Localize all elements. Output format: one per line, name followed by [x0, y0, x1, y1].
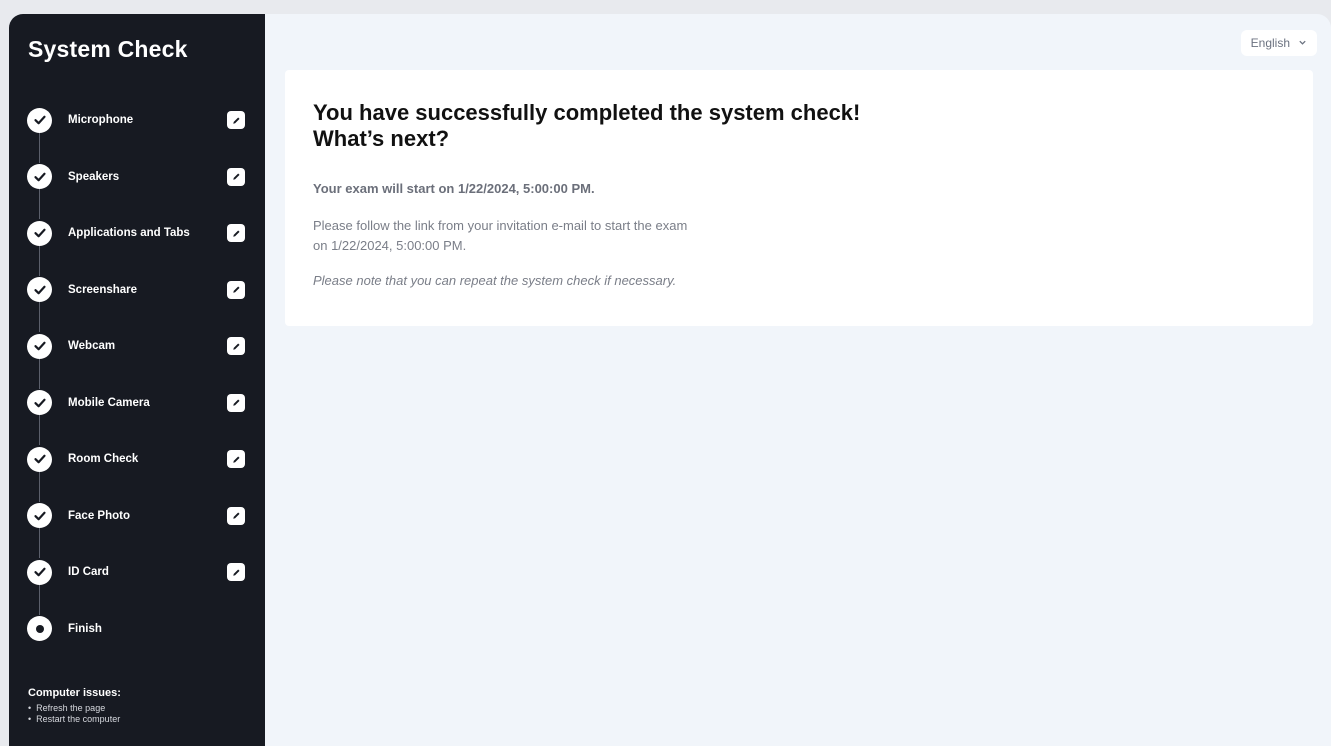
step-label: Finish: [68, 622, 102, 635]
issues-list: Refresh the page Restart the computer: [28, 703, 121, 725]
step-speakers[interactable]: Speakers: [27, 163, 247, 191]
step-mobile-camera[interactable]: Mobile Camera: [27, 389, 247, 417]
current-step-icon: [27, 616, 52, 641]
title-line-2: What’s next?: [313, 126, 450, 151]
app-window: System Check Microphone Speakers Applicati…: [9, 14, 1331, 746]
step-connector: [39, 470, 40, 502]
sidebar-title: System Check: [28, 36, 188, 62]
step-screenshare[interactable]: Screenshare: [27, 276, 247, 304]
check-icon: [27, 164, 52, 189]
step-connector: [39, 526, 40, 558]
step-applications-and-tabs[interactable]: Applications and Tabs: [27, 219, 247, 247]
step-connector: [39, 300, 40, 332]
chevron-down-icon: [1298, 36, 1307, 50]
step-connector: [39, 357, 40, 389]
step-label: Microphone: [68, 114, 134, 126]
step-connector: [39, 413, 40, 445]
step-webcam[interactable]: Webcam: [27, 332, 247, 360]
edit-icon[interactable]: [227, 111, 245, 129]
step-microphone[interactable]: Microphone: [27, 106, 247, 134]
edit-icon[interactable]: [227, 563, 245, 581]
check-icon: [27, 503, 52, 528]
step-finish[interactable]: Finish: [27, 615, 247, 643]
step-label: Mobile Camera: [68, 396, 150, 409]
step-label: Face Photo: [68, 509, 130, 522]
edit-icon[interactable]: [227, 224, 245, 242]
step-connector: [39, 131, 40, 163]
edit-icon[interactable]: [227, 280, 245, 299]
check-icon: [27, 446, 52, 472]
edit-icon[interactable]: [227, 450, 245, 468]
instructions-line-1: Please follow the link from your invitat…: [313, 218, 688, 233]
issue-item: Refresh the page: [28, 703, 121, 714]
sidebar: System Check Microphone Speakers Applicati…: [9, 14, 265, 746]
check-icon: [27, 107, 52, 133]
step-label: Screenshare: [68, 283, 138, 296]
main-content: English You have successfully completed …: [265, 14, 1331, 746]
edit-icon[interactable]: [227, 506, 245, 525]
step-connector: [39, 244, 40, 276]
step-label: Room Check: [68, 453, 139, 465]
step-face-photo[interactable]: Face Photo: [27, 502, 247, 530]
language-label: English: [1250, 36, 1290, 50]
check-icon: [27, 333, 52, 359]
language-select[interactable]: English: [1240, 30, 1317, 56]
step-label: Speakers: [68, 170, 120, 183]
check-icon: [27, 277, 52, 302]
check-icon: [27, 559, 52, 585]
computer-issues: Computer issues: Refresh the page Restar…: [28, 687, 121, 725]
step-room-check[interactable]: Room Check: [27, 445, 247, 473]
exam-start-text: Your exam will start on 1/22/2024, 5:00:…: [313, 181, 595, 196]
page-title: You have successfully completed the syst…: [313, 100, 860, 152]
step-label: ID Card: [68, 566, 109, 578]
step-label: Applications and Tabs: [68, 227, 190, 239]
step-label: Webcam: [68, 340, 116, 352]
edit-icon[interactable]: [227, 337, 245, 355]
instructions-line-2: on 1/22/2024, 5:00:00 PM.: [313, 238, 467, 253]
instructions-text: Please follow the link from your invitat…: [313, 216, 813, 256]
issues-title: Computer issues:: [28, 687, 121, 699]
step-connector: [39, 583, 40, 615]
step-connector: [39, 187, 40, 219]
check-icon: [27, 390, 52, 415]
edit-icon[interactable]: [227, 167, 245, 186]
title-line-1: You have successfully completed the syst…: [313, 100, 861, 125]
check-icon: [27, 220, 52, 246]
step-id-card[interactable]: ID Card: [27, 558, 247, 586]
issue-item: Restart the computer: [28, 714, 121, 725]
edit-icon[interactable]: [227, 393, 245, 412]
completion-card: You have successfully completed the syst…: [285, 70, 1313, 326]
repeat-note: Please note that you can repeat the syst…: [313, 273, 677, 288]
